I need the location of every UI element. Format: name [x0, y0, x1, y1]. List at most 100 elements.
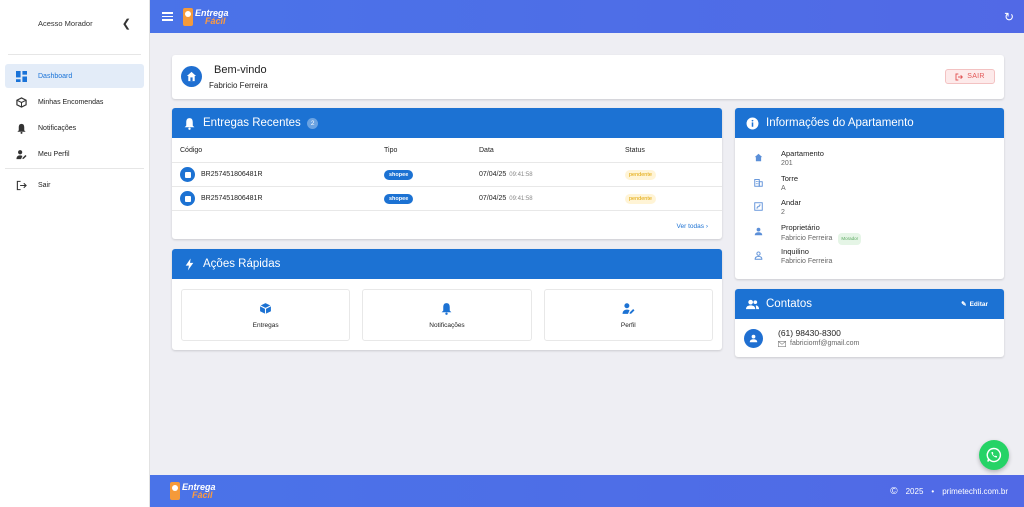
- app-logo: Entrega Fácil: [183, 7, 229, 26]
- sidebar-item-encomendas[interactable]: Minhas Encomendas: [5, 90, 144, 114]
- info-row-proprietario: Proprietário Fabricio Ferreira Morador: [735, 221, 1004, 246]
- whatsapp-icon: [986, 447, 1002, 463]
- info-label: Andar: [781, 198, 802, 207]
- package-icon: [180, 191, 195, 206]
- box-icon: [259, 302, 272, 314]
- quick-actions-card: Ações Rápidas Entregas Notificações Perf…: [172, 249, 722, 350]
- bell-icon: [183, 117, 196, 130]
- delivery-time: 09:41:58: [509, 171, 533, 178]
- welcome-user-name: Fabricio Ferreira: [209, 81, 268, 90]
- column-header: Tipo: [384, 146, 398, 154]
- refresh-icon[interactable]: ↻: [1004, 10, 1014, 24]
- sidebar-item-dashboard[interactable]: Dashboard: [5, 64, 144, 88]
- resident-badge: Morador: [838, 232, 862, 245]
- info-label: Inquilino: [781, 247, 809, 256]
- logo-text-line2: Fácil: [192, 490, 213, 500]
- info-row-andar: Andar 2: [735, 196, 1004, 221]
- table-header: Código Tipo Data Status: [172, 138, 722, 163]
- tracking-code: BR257451806481R: [201, 171, 263, 178]
- logout-icon: [5, 180, 38, 191]
- welcome-title: Bem-vindo: [214, 64, 267, 76]
- sidebar-nav: Dashboard Minhas Encomendas Notificações…: [0, 64, 149, 197]
- logout-icon: [955, 73, 964, 80]
- table-row[interactable]: BR257451806481R shopee 07/04/25 09:41:58 …: [172, 163, 722, 187]
- lightning-icon: [183, 258, 196, 271]
- sidebar-item-sair[interactable]: Sair: [5, 173, 144, 197]
- house-icon: [181, 66, 202, 87]
- footer-year: 2025: [905, 486, 924, 496]
- sidebar-item-label: Meu Perfil: [38, 150, 70, 158]
- sidebar-header: Acesso Morador ❮: [0, 0, 149, 46]
- bell-icon: [442, 302, 452, 315]
- info-row-inquilino: Inquilino Fabricio Ferreira: [735, 245, 1004, 270]
- logo-text-line2: Fácil: [205, 15, 226, 26]
- quick-action-perfil[interactable]: Perfil: [543, 289, 713, 341]
- chevron-left-icon[interactable]: ❮: [122, 17, 131, 30]
- info-value: A: [781, 184, 786, 192]
- floor-icon: [735, 196, 781, 211]
- home-icon: [735, 147, 781, 162]
- count-badge: 2: [306, 117, 319, 129]
- edit-button[interactable]: ✎ Editar: [961, 300, 988, 309]
- logout-label: SAIR: [967, 73, 985, 80]
- delivery-date: 07/04/25: [479, 195, 507, 202]
- info-value: 201: [781, 160, 793, 167]
- pencil-icon: ✎: [961, 301, 967, 308]
- footer-logo: Entrega Fácil: [170, 482, 216, 500]
- sidebar-title: Acesso Morador: [38, 18, 93, 28]
- whatsapp-button[interactable]: [979, 440, 1009, 470]
- info-value: Fabricio Ferreira Morador: [781, 232, 862, 245]
- info-label: Proprietário: [781, 222, 820, 232]
- logout-button[interactable]: SAIR: [945, 69, 995, 84]
- column-header: Código: [180, 146, 203, 154]
- info-label: Apartamento: [781, 149, 824, 158]
- quick-action-entregas[interactable]: Entregas: [181, 289, 351, 341]
- status-badge: pendente: [625, 170, 656, 180]
- card-header: Ações Rápidas: [172, 249, 722, 279]
- mail-icon: [778, 340, 786, 347]
- footer-site-link[interactable]: primetechti.com.br: [942, 487, 1008, 496]
- dashboard-icon: [5, 70, 38, 82]
- info-row-torre: Torre A: [735, 172, 1004, 197]
- people-icon: [746, 298, 759, 311]
- recent-deliveries-card: Entregas Recentes 2 Código Tipo Data Sta…: [172, 108, 722, 239]
- info-row-apartamento: Apartamento 201: [735, 147, 1004, 172]
- logo-badge-icon: [183, 7, 193, 26]
- type-tag: shopee: [384, 170, 414, 180]
- status-badge: pendente: [625, 194, 656, 204]
- separator-dot: •: [931, 486, 935, 496]
- person-icon: [744, 329, 763, 348]
- footer: Entrega Fácil © 2025 • primetechti.com.b…: [150, 475, 1024, 507]
- card-header: Informações do Apartamento: [735, 108, 1004, 138]
- user-edit-icon: [5, 149, 38, 160]
- info-icon: [746, 117, 759, 130]
- divider: [8, 54, 141, 55]
- delivery-time: 09:41:58: [509, 195, 533, 202]
- card-title: Entregas Recentes: [203, 117, 301, 129]
- sidebar-item-notificacoes[interactable]: Notificações: [5, 116, 144, 140]
- bell-icon: [5, 123, 38, 134]
- sidebar-item-perfil[interactable]: Meu Perfil: [5, 142, 144, 166]
- quick-action-notificacoes[interactable]: Notificações: [362, 289, 532, 341]
- quick-action-label: Perfil: [620, 321, 636, 329]
- card-title: Ações Rápidas: [203, 258, 281, 270]
- chevron-right-icon: ›: [705, 223, 708, 230]
- sidebar: Acesso Morador ❮ Dashboard Minhas Encome…: [0, 0, 150, 507]
- sidebar-item-label: Notificações: [38, 124, 77, 132]
- card-header: Entregas Recentes 2: [172, 108, 722, 138]
- info-label: Torre: [781, 173, 799, 183]
- info-value: 2: [781, 209, 785, 216]
- menu-icon[interactable]: [162, 12, 173, 21]
- card-header: Contatos ✎ Editar: [735, 289, 1004, 319]
- person-outline-icon: [735, 245, 781, 260]
- view-all-link[interactable]: Ver todas ›: [677, 223, 708, 230]
- tracking-code: BR257451806481R: [201, 195, 263, 202]
- contact-phone: (61) 98430-8300: [778, 328, 841, 338]
- logo-badge-icon: [170, 482, 180, 500]
- contact-email: fabriciomf@gmail.com: [778, 340, 859, 347]
- contacts-card: Contatos ✎ Editar (61) 98430-8300 fabrici…: [735, 289, 1004, 357]
- card-title: Informações do Apartamento: [766, 117, 914, 129]
- table-row[interactable]: BR257451806481R shopee 07/04/25 09:41:58 …: [172, 187, 722, 211]
- sidebar-item-label: Dashboard: [38, 72, 73, 80]
- package-icon: [5, 96, 38, 108]
